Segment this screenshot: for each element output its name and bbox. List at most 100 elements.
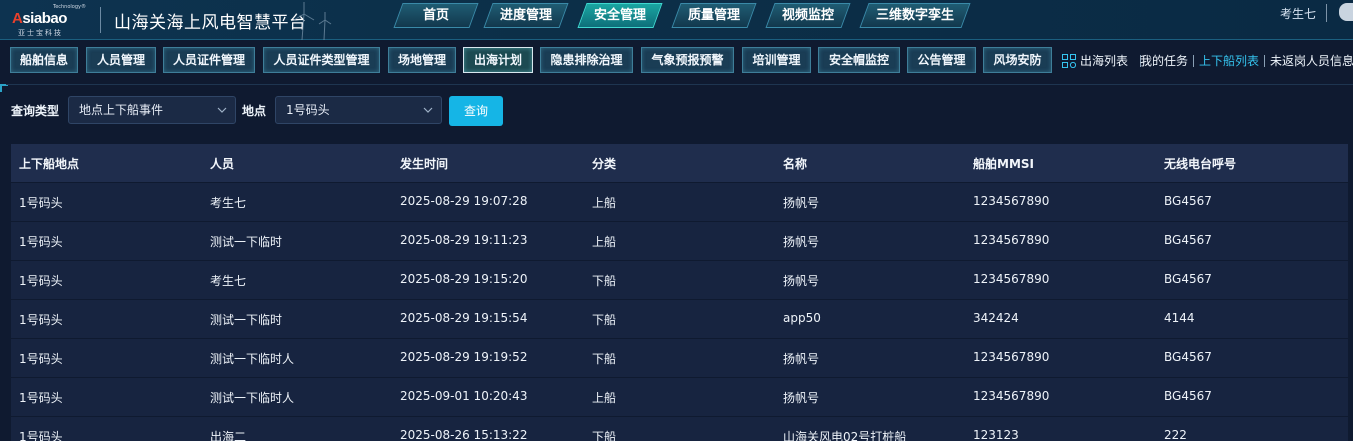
table-cell: 1号码头 [19,235,63,249]
query-type-label: 查询类型 [11,104,60,118]
avatar[interactable] [1339,3,1353,21]
main-nav-safety[interactable]: 安全管理 [577,3,663,28]
main-nav-label: 首页 [422,8,449,23]
table-cell: 1号码头 [19,352,63,366]
sub-nav-certificates[interactable]: 人员证件管理 [163,47,255,73]
table-cell: 1234567890 [973,233,1050,247]
sub-nav-personnel[interactable]: 人员管理 [86,47,156,73]
table-cell: 2025-08-29 19:07:28 [400,194,528,208]
main-nav-progress[interactable]: 进度管理 [483,3,569,28]
table-cell: 下船 [592,274,617,288]
table-cell: 扬帆号 [783,391,820,405]
main-nav-quality[interactable]: 质量管理 [671,3,757,28]
grid-icon [1062,54,1076,68]
header-divider [100,7,101,33]
main-nav-label: 安全管理 [593,8,646,23]
app-title: 山海关海上风电智慧平台 [114,13,307,33]
column-header[interactable]: 分类 [592,155,616,172]
table-row[interactable]: 1号码头 考生七 2025-08-29 19:07:28 上船 扬帆号 1234… [11,182,1348,221]
table-cell: 测试一下临时人 [210,352,295,366]
table-cell: 2025-08-29 19:19:52 [400,350,528,364]
column-header[interactable]: 无线电台呼号 [1164,155,1236,172]
column-header[interactable]: 人员 [210,155,234,172]
sub-nav-hazard[interactable]: 隐患排除治理 [540,47,633,73]
column-header[interactable]: 发生时间 [400,155,448,172]
user-name[interactable]: 考生七 [1280,5,1316,22]
sub-nav-helmet[interactable]: 安全帽监控 [818,47,900,73]
table-cell: 2025-08-29 19:15:54 [400,311,528,325]
sub-nav-ship-info[interactable]: 船舶信息 [10,47,78,73]
table-cell: 扬帆号 [783,196,820,210]
sub-nav-announcements[interactable]: 公告管理 [907,47,976,73]
sub-nav-training[interactable]: 培训管理 [742,47,811,73]
table-cell: 测试一下临时人 [210,391,295,405]
company-logo[interactable]: Technology® Asiabao 亚士宝科技 [12,4,90,37]
sub-nav-sea-plan[interactable]: 出海计划 [463,47,533,73]
sub-nav-wind-security[interactable]: 风场安防 [983,47,1052,73]
table-cell: 下船 [592,352,617,366]
table-row[interactable]: 1号码头 测试一下临时 2025-08-29 19:15:54 下船 app50… [11,299,1348,338]
table-cell: BG4567 [1164,272,1212,286]
chevron-down-icon [217,107,227,113]
table-cell: 222 [1164,428,1187,441]
table-cell: 下船 [592,313,617,327]
column-header[interactable]: 船舶MMSI [973,155,1034,172]
location-select[interactable]: 1号码头 [275,96,442,124]
location-label: 地点 [242,104,267,118]
column-header[interactable]: 上下船地点 [19,155,79,172]
table-cell: 扬帆号 [783,352,820,366]
column-header[interactable]: 名称 [783,155,807,172]
table-cell: 2025-09-01 10:20:43 [400,389,528,403]
table-cell: 山海关风电02号打桩船 [783,430,907,441]
logo-brand: Asiabao [12,10,67,27]
table-cell: 1号码头 [19,313,63,327]
query-type-value: 地点上下船事件 [79,103,164,117]
table-cell: 扬帆号 [783,274,820,288]
table-cell: 1234567890 [973,389,1050,403]
user-divider [1326,4,1327,22]
tab-my-tasks[interactable]: 我的任务 [1140,52,1188,69]
table-cell: 出海二 [210,430,247,441]
table-cell: 2025-08-29 19:15:20 [400,272,528,286]
table-cell: 上船 [592,235,617,249]
table-cell: 2025-08-29 19:11:23 [400,233,528,247]
query-type-select[interactable]: 地点上下船事件 [68,96,236,124]
table-cell: 1234567890 [973,350,1050,364]
table-cell: 测试一下临时 [210,235,283,249]
logo-subtitle: 亚士宝科技 [18,29,63,37]
wind-turbine-icon [293,2,332,40]
tab-boarding-list[interactable]: 上下船列表 [1199,52,1259,69]
table-row[interactable]: 1号码头 测试一下临时人 2025-09-01 10:20:43 上船 扬帆号 … [11,377,1348,416]
table-cell: 1234567890 [973,272,1050,286]
table-cell: 2025-08-26 15:13:22 [400,428,528,441]
table-cell: BG4567 [1164,233,1212,247]
table-cell: 1234567890 [973,194,1050,208]
table-row[interactable]: 1号码头 测试一下临时 2025-08-29 19:11:23 上船 扬帆号 1… [11,221,1348,260]
content-panel: 查询类型 地点上下船事件 地点 1号码头 查询 上下船地点 人员 发生时间 分类… [0,84,1353,441]
main-nav-label: 视频监控 [781,8,834,23]
tab-sea-list[interactable]: 出海列表 [1080,52,1128,69]
query-button[interactable]: 查询 [449,96,503,126]
main-nav-home[interactable]: 首页 [393,3,479,28]
sub-nav-certificate-types[interactable]: 人员证件类型管理 [263,47,380,73]
main-nav-label: 进度管理 [499,8,552,23]
table-cell: 1号码头 [19,274,63,288]
table-cell: 上船 [592,196,617,210]
table-row[interactable]: 1号码头 出海二 2025-08-26 15:13:22 下船 山海关风电02号… [11,416,1348,441]
sub-nav-bar: 船舶信息 人员管理 人员证件管理 人员证件类型管理 场地管理 出海计划 隐患排除… [0,44,1353,78]
main-nav-digital-twin[interactable]: 三维数字孪生 [859,3,971,28]
sub-nav-sites[interactable]: 场地管理 [388,47,456,73]
tab-divider [1264,55,1265,67]
main-nav-video[interactable]: 视频监控 [765,3,851,28]
logo-brand-initial: A [12,10,23,27]
tab-unreturned-personnel[interactable]: 未返岗人员信息 [1270,52,1353,69]
table-cell: 4144 [1164,311,1195,325]
table-row[interactable]: 1号码头 考生七 2025-08-29 19:15:20 下船 扬帆号 1234… [11,260,1348,299]
table-cell: BG4567 [1164,350,1212,364]
table-header: 上下船地点 人员 发生时间 分类 名称 船舶MMSI 无线电台呼号 [11,144,1348,182]
table-cell: app50 [783,311,821,325]
logo-brand-rest: siabao [22,10,67,27]
table-row[interactable]: 1号码头 测试一下临时人 2025-08-29 19:19:52 下船 扬帆号 … [11,338,1348,377]
sub-nav-weather[interactable]: 气象预报预警 [641,47,734,73]
table-cell: 下船 [592,430,617,441]
